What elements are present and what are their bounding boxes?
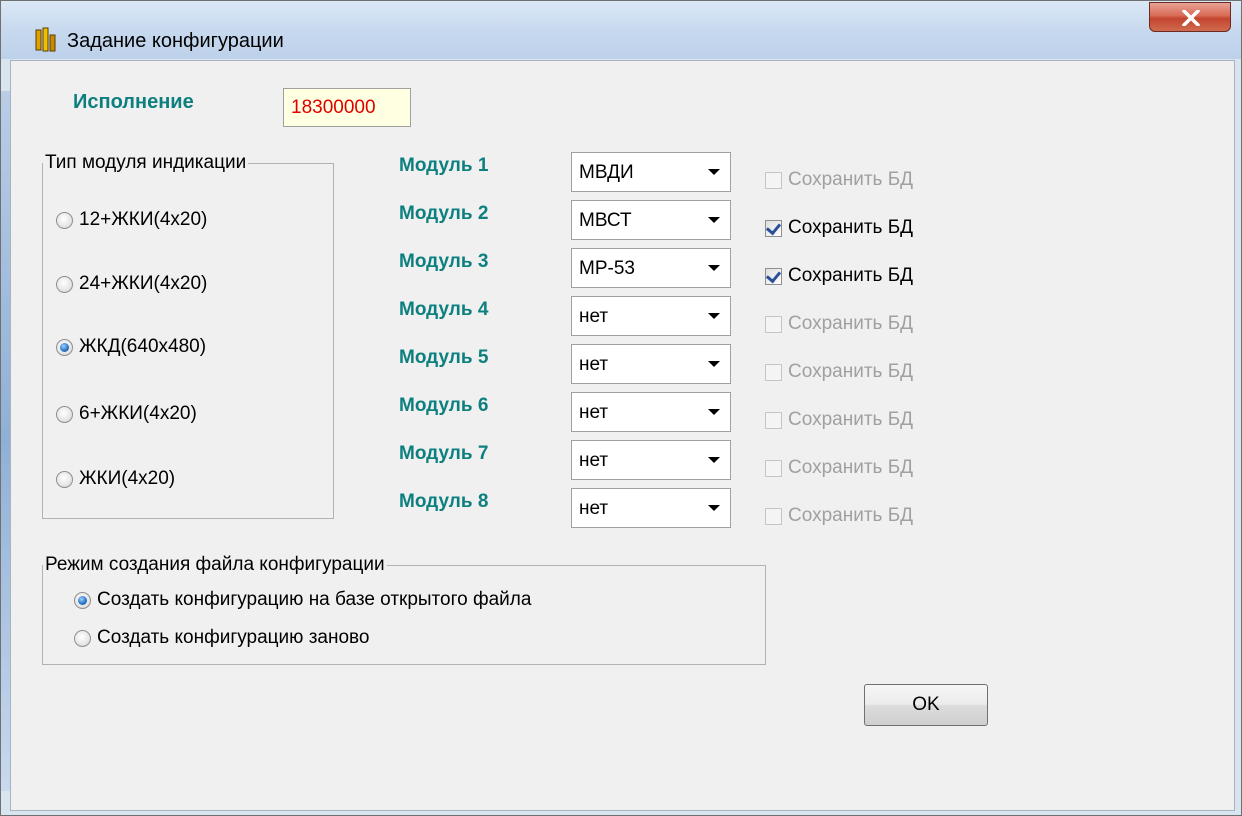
module-8-label: Модуль 8 [399,491,489,512]
close-button[interactable] [1149,2,1231,32]
indication-option-3[interactable]: 6+ЖКИ(4x20) [56,403,197,425]
module-6-label: Модуль 6 [399,395,489,416]
module-2-save-db[interactable]: Сохранить БД [765,217,913,239]
module-5-label: Модуль 5 [399,347,489,368]
module-3-save-db[interactable]: Сохранить БД [765,265,913,287]
save-db-checkbox [765,507,782,525]
chevron-down-icon[interactable] [708,217,720,223]
module-7-label: Модуль 7 [399,443,489,464]
radio-button[interactable] [56,211,73,229]
save-db-checkbox [765,171,782,189]
module-3-value: МР-53 [579,258,635,279]
mode-option-0[interactable]: Создать конфигурацию на базе открытого ф… [74,589,531,611]
module-1-select[interactable]: МВДИ [571,152,731,192]
save-db-checkbox [765,315,782,333]
chevron-down-icon[interactable] [708,313,720,319]
chevron-down-icon[interactable] [708,169,720,175]
save-db-label: Сохранить БД [788,457,914,478]
module-1-value: МВДИ [579,162,634,183]
module-2-label: Модуль 2 [399,203,489,224]
mode-option-1[interactable]: Создать конфигурацию заново [74,627,369,649]
indication-option-0[interactable]: 12+ЖКИ(4x20) [56,209,207,231]
module-7-select[interactable]: нет [571,440,731,480]
execution-field[interactable]: 18300000 [283,88,411,127]
save-db-label: Сохранить БД [788,505,914,526]
module-8-value: нет [579,498,609,519]
radio-button[interactable] [56,405,73,423]
indication-option-1[interactable]: 24+ЖКИ(4x20) [56,273,207,295]
module-8-select[interactable]: нет [571,488,731,528]
module-6-select[interactable]: нет [571,392,731,432]
indication-option-2[interactable]: ЖКД(640x480) [56,336,206,358]
chevron-down-icon[interactable] [708,457,720,463]
execution-value: 18300000 [291,97,376,118]
module-2-value: МВСТ [579,210,632,231]
close-icon [1182,10,1200,26]
chevron-down-icon[interactable] [708,361,720,367]
indication-option-label: 6+ЖКИ(4x20) [79,403,197,424]
indication-option-label: ЖКД(640x480) [79,336,207,357]
module-3-label: Модуль 3 [399,251,489,272]
save-db-label: Сохранить БД [788,265,914,286]
module-3-select[interactable]: МР-53 [571,248,731,288]
radio-button[interactable] [56,338,73,356]
ok-button[interactable]: OK [864,684,988,726]
module-6-save-db: Сохранить БД [765,409,913,431]
module-1-label: Модуль 1 [399,155,489,176]
module-5-value: нет [579,354,609,375]
module-4-save-db: Сохранить БД [765,313,913,335]
app-icon [35,27,57,53]
module-7-save-db: Сохранить БД [765,457,913,479]
title-bar[interactable]: Задание конфигурации [1,1,1241,59]
indication-option-label: ЖКИ(4x20) [79,468,176,489]
mode-option-label: Создать конфигурацию на базе открытого ф… [97,589,532,610]
module-1-save-db: Сохранить БД [765,169,913,191]
save-db-label: Сохранить БД [788,409,914,430]
chevron-down-icon[interactable] [708,409,720,415]
radio-button[interactable] [56,470,73,488]
chevron-down-icon[interactable] [708,505,720,511]
radio-button[interactable] [56,275,73,293]
dialog-client-area: Исполнение 18300000 Тип модуля индикации… [10,60,1235,811]
execution-label: Исполнение [73,91,194,113]
config-dialog: Задание конфигурации Исполнение 18300000… [0,0,1242,816]
save-db-checkbox[interactable] [765,219,782,237]
save-db-label: Сохранить БД [788,169,914,190]
module-5-save-db: Сохранить БД [765,361,913,383]
save-db-label: Сохранить БД [788,217,914,238]
chevron-down-icon[interactable] [708,265,720,271]
indication-option-4[interactable]: ЖКИ(4x20) [56,468,175,490]
radio-button[interactable] [74,591,91,609]
save-db-checkbox [765,411,782,429]
module-2-select[interactable]: МВСТ [571,200,731,240]
module-4-select[interactable]: нет [571,296,731,336]
module-8-save-db: Сохранить БД [765,505,913,527]
radio-button[interactable] [74,629,91,647]
save-db-label: Сохранить БД [788,313,914,334]
indication-group-title: Тип модуля индикации [43,152,249,174]
indication-option-label: 12+ЖКИ(4x20) [79,209,208,230]
config-mode-group: Режим создания файла конфигурации [42,554,766,665]
config-mode-group-title: Режим создания файла конфигурации [43,554,387,576]
window-frame-edge [1,91,10,791]
mode-option-label: Создать конфигурацию заново [97,627,370,648]
module-5-select[interactable]: нет [571,344,731,384]
module-4-label: Модуль 4 [399,299,489,320]
save-db-label: Сохранить БД [788,361,914,382]
save-db-checkbox [765,363,782,381]
indication-option-label: 24+ЖКИ(4x20) [79,273,208,294]
save-db-checkbox [765,459,782,477]
module-4-value: нет [579,306,609,327]
window-title: Задание конфигурации [67,30,284,52]
module-7-value: нет [579,450,609,471]
module-6-value: нет [579,402,609,423]
save-db-checkbox[interactable] [765,267,782,285]
